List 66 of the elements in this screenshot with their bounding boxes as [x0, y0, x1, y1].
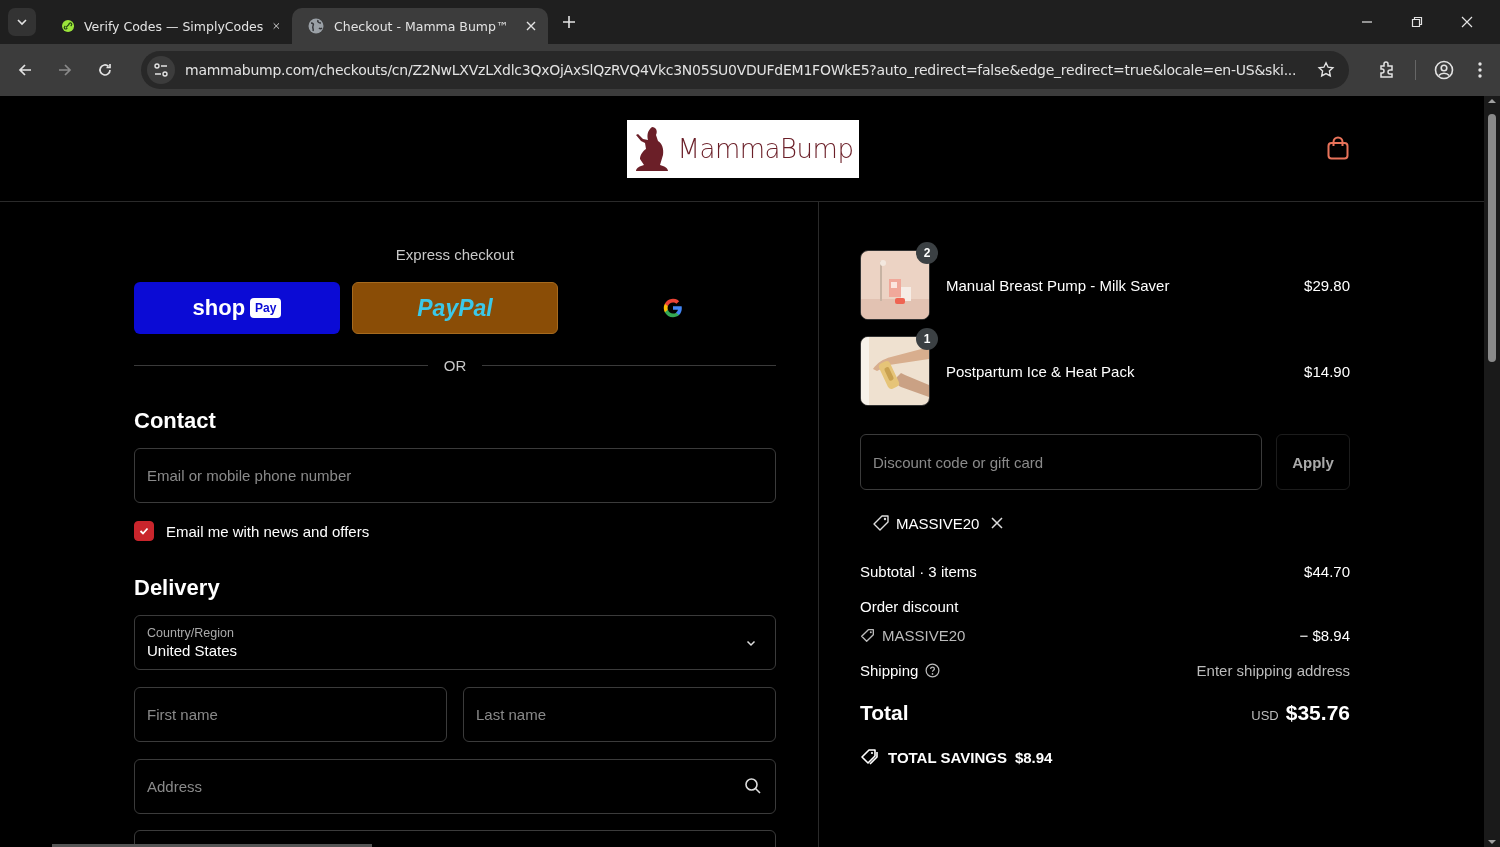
tab-title: Checkout - Mamma Bump™: [334, 18, 510, 34]
section-heading: Contact: [134, 408, 217, 434]
summary-label: Shipping: [860, 661, 919, 679]
discount-code: MASSIVE20: [896, 514, 980, 532]
discount-code: MASSIVE20: [882, 626, 966, 644]
address-field[interactable]: Address: [134, 759, 776, 814]
globe-icon: [308, 18, 324, 34]
divider-label: OR: [443, 356, 467, 374]
new-tab-icon[interactable]: [562, 15, 576, 29]
summary-value: $44.70: [1304, 562, 1350, 580]
total-label: Total: [860, 701, 909, 725]
reload-icon[interactable]: [97, 62, 113, 78]
google-icon[interactable]: [662, 297, 684, 319]
shop-pay-button[interactable]: shop Pay: [134, 282, 340, 334]
tag-icon: [860, 627, 875, 643]
profile-icon[interactable]: [1434, 60, 1454, 80]
checkbox[interactable]: [134, 521, 154, 541]
summary-value: − $8.94: [1299, 626, 1350, 644]
forward-icon[interactable]: [57, 62, 73, 78]
url-text: mammabump.com/checkouts/cn/Z2NwLXVzLXdlc3QxOjAxSlQzRVQ4Vkc3N05SU0VDUFdEM1FOWkE5?auto_redirect=false&edge_redirect=true&locale=en-US&ski...: [185, 62, 1298, 78]
total-amount: $35.76: [1285, 701, 1350, 725]
chevron-down-icon: [16, 16, 28, 28]
summary-label: Subtotal · 3 items: [860, 562, 977, 580]
tags-icon: [860, 748, 880, 766]
star-icon[interactable]: [1317, 61, 1335, 79]
restore-icon[interactable]: [1411, 16, 1423, 28]
close-icon[interactable]: [273, 21, 280, 31]
savings-label: TOTAL SAVINGS: [888, 748, 1007, 766]
savings-amount: $8.94: [1014, 748, 1053, 766]
quantity-badge: 1: [916, 328, 938, 350]
close-icon[interactable]: [1461, 16, 1473, 28]
shopping-bag-icon[interactable]: [1327, 136, 1349, 160]
first-name-field[interactable]: First name: [134, 687, 447, 742]
checkbox-label: Email me with news and offers: [166, 522, 370, 540]
quantity-badge: 2: [916, 242, 938, 264]
check-icon: [139, 526, 149, 536]
back-icon[interactable]: [17, 62, 33, 78]
scrollbar-thumb[interactable]: [1488, 114, 1496, 362]
close-icon[interactable]: [526, 21, 536, 31]
product-name: Manual Breast Pump - Milk Saver: [946, 276, 1171, 294]
product-price: $14.90: [1304, 362, 1350, 380]
menu-icon[interactable]: [1478, 62, 1482, 78]
summary-label: Order discount: [860, 597, 959, 615]
browser-tab[interactable]: Checkout - Mamma Bump™: [292, 8, 548, 44]
tab-title: Verify Codes — SimplyCodes: [84, 18, 264, 34]
browser-tab[interactable]: Verify Codes — SimplyCodes: [46, 8, 292, 44]
site-info-icon[interactable]: [147, 56, 175, 84]
discount-field[interactable]: Discount code or gift card: [860, 434, 1262, 490]
currency-label: USD: [1251, 707, 1279, 723]
section-heading: Delivery: [134, 575, 221, 601]
section-label: Express checkout: [394, 246, 516, 265]
remove-icon[interactable]: [991, 517, 1004, 529]
email-field[interactable]: Email or mobile phone number: [134, 448, 776, 503]
help-icon[interactable]: [925, 662, 941, 678]
store-logo[interactable]: MammaBump: [626, 119, 859, 178]
summary-value: Enter shipping address: [1196, 661, 1350, 679]
country-select[interactable]: Country/Region United States: [134, 615, 776, 670]
address-bar[interactable]: mammabump.com/checkouts/cn/Z2NwLXVzLXdlc3QxOjAxSlQzRVQ4Vkc3N05SU0VDUFdEM1FOWkE5?auto_redirect=false&edge_redirect=true&locale=en-US&ski...: [141, 51, 1349, 89]
link-icon: [62, 17, 74, 35]
search-icon[interactable]: [744, 777, 762, 795]
tab-search-button[interactable]: [8, 8, 36, 36]
product-name: Postpartum Ice & Heat Pack: [946, 362, 1136, 380]
product-price: $29.80: [1304, 276, 1350, 294]
last-name-field[interactable]: Last name: [463, 687, 776, 742]
apply-button[interactable]: Apply: [1276, 434, 1350, 490]
tag-icon: [872, 514, 890, 532]
